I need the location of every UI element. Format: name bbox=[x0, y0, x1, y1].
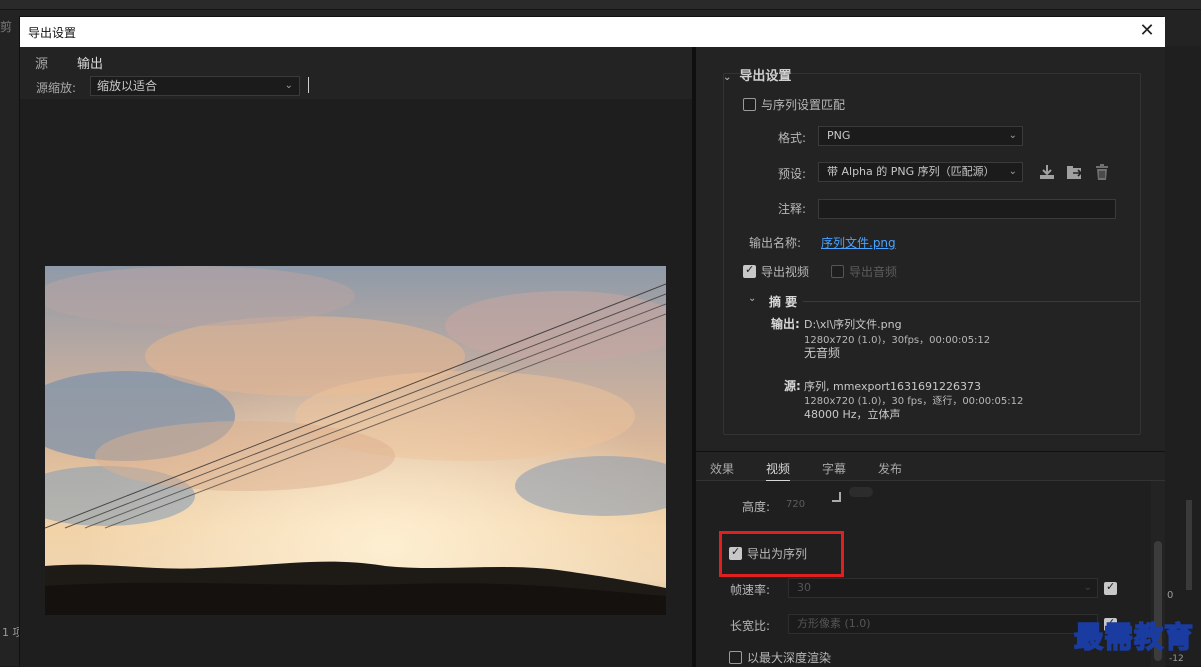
zoom-label: 源缩放: bbox=[36, 81, 77, 95]
source-output-tabs: 源 输出 bbox=[20, 47, 692, 75]
frame-rate-match-checkbox[interactable] bbox=[1104, 580, 1117, 595]
close-icon[interactable]: ✕ bbox=[1137, 20, 1157, 42]
comments-input[interactable] bbox=[818, 199, 1116, 219]
export-settings-header[interactable]: ⌄ 导出设置 bbox=[723, 65, 791, 84]
text-cursor bbox=[308, 77, 309, 93]
zoom-select-value: 缩放以适合 bbox=[97, 79, 158, 93]
frame-rate-value: 30 bbox=[797, 581, 811, 594]
summary-divider bbox=[803, 301, 1140, 302]
trash-icon[interactable] bbox=[1093, 163, 1111, 181]
video-preview-image bbox=[45, 266, 666, 615]
summary-output-path: D:\xl\序列文件.png bbox=[804, 318, 902, 331]
export-audio-checkbox[interactable] bbox=[831, 265, 844, 278]
dialog-title: 导出设置 bbox=[28, 26, 77, 40]
settings-tabs: 效果 视频 字幕 发布 bbox=[696, 451, 1165, 482]
max-depth-label: 以最大深度渲染 bbox=[747, 651, 832, 665]
summary-source-spec: 1280x720 (1.0)，30 fps，逐行，00:00:05:12 bbox=[804, 396, 1024, 407]
summary-output-key: 输出: bbox=[771, 317, 800, 331]
frame-rate-label: 帧速率: bbox=[730, 583, 771, 597]
preview-pane: 源 输出 源缩放: 缩放以适合 ⌄ bbox=[20, 47, 692, 667]
audio-meter-bar bbox=[1186, 500, 1192, 590]
chevron-down-icon: ⌄ bbox=[1008, 166, 1017, 177]
chevron-down-icon: ⌄ bbox=[1008, 130, 1017, 141]
chevron-down-icon: ⌄ bbox=[1083, 582, 1092, 593]
link-dimensions-icon[interactable] bbox=[832, 492, 841, 502]
tab-output[interactable]: 输出 bbox=[77, 53, 104, 75]
tab-effects[interactable]: 效果 bbox=[710, 460, 734, 477]
import-preset-icon[interactable] bbox=[1066, 163, 1084, 181]
export-settings-title: 导出设置 bbox=[739, 69, 792, 84]
tab-source[interactable]: 源 bbox=[35, 53, 48, 72]
watermark-logo: 最需教育 bbox=[1073, 619, 1195, 655]
audio-meter-label-0: 0 bbox=[1167, 590, 1174, 601]
preset-select-value: 带 Alpha 的 PNG 序列（匹配源） bbox=[827, 165, 995, 178]
height-label: 高度: bbox=[742, 500, 771, 514]
dialog-titlebar: 导出设置 ✕ bbox=[20, 17, 1165, 47]
chevron-down-icon[interactable]: ⌄ bbox=[748, 293, 756, 304]
format-select-value: PNG bbox=[827, 129, 851, 142]
height-value[interactable]: 720 bbox=[786, 499, 805, 510]
export-video-checkbox[interactable] bbox=[743, 263, 756, 278]
zoom-row: 源缩放: 缩放以适合 ⌄ bbox=[20, 73, 692, 99]
dimension-toggle[interactable] bbox=[849, 487, 873, 497]
settings-pane: ⌄ 导出设置 与序列设置匹配 格式: PNG ⌄ 预设: 带 Alpha 的 PN… bbox=[696, 47, 1165, 667]
format-label: 格式: bbox=[778, 131, 807, 145]
tab-captions[interactable]: 字幕 bbox=[822, 460, 846, 477]
background-panel-label: 剪 bbox=[0, 20, 13, 34]
frame-rate-select[interactable]: 30 ⌄ bbox=[788, 578, 1098, 598]
highlight-annotation bbox=[719, 531, 844, 577]
preset-label: 预设: bbox=[778, 167, 807, 181]
summary-output-audio: 无音频 bbox=[804, 346, 841, 360]
tab-video[interactable]: 视频 bbox=[766, 460, 791, 482]
match-sequence-checkbox[interactable] bbox=[743, 98, 756, 111]
aspect-select[interactable]: 方形像素 (1.0) ⌄ bbox=[788, 614, 1098, 634]
output-name-link[interactable]: 序列文件.png bbox=[821, 234, 896, 251]
export-audio-label: 导出音频 bbox=[849, 265, 898, 279]
aspect-label: 长宽比: bbox=[730, 619, 771, 633]
tab-publish[interactable]: 发布 bbox=[878, 460, 902, 477]
max-depth-checkbox[interactable] bbox=[729, 651, 742, 664]
chevron-down-icon: ⌄ bbox=[284, 80, 293, 91]
output-name-label: 输出名称: bbox=[749, 236, 802, 250]
comments-label: 注释: bbox=[778, 202, 807, 216]
zoom-select[interactable]: 缩放以适合 ⌄ bbox=[90, 76, 300, 96]
background-audio-meter bbox=[1164, 46, 1201, 666]
summary-source-audio: 48000 Hz，立体声 bbox=[804, 408, 901, 421]
export-settings-dialog: 导出设置 ✕ 源 输出 源缩放: 缩放以适合 ⌄ ⌄ 导出设置 与序列设置匹配 … bbox=[19, 16, 1165, 667]
aspect-value: 方形像素 (1.0) bbox=[797, 617, 871, 630]
format-select[interactable]: PNG ⌄ bbox=[818, 126, 1023, 146]
summary-title: 摘 要 bbox=[769, 295, 798, 309]
preset-select[interactable]: 带 Alpha 的 PNG 序列（匹配源） ⌄ bbox=[818, 162, 1023, 182]
save-preset-icon[interactable] bbox=[1038, 163, 1056, 181]
export-video-label: 导出视频 bbox=[761, 265, 810, 279]
summary-source-key: 源: bbox=[784, 379, 801, 393]
app-top-strip bbox=[0, 0, 1201, 10]
match-sequence-label: 与序列设置匹配 bbox=[761, 98, 846, 112]
chevron-down-icon: ⌄ bbox=[723, 72, 732, 83]
